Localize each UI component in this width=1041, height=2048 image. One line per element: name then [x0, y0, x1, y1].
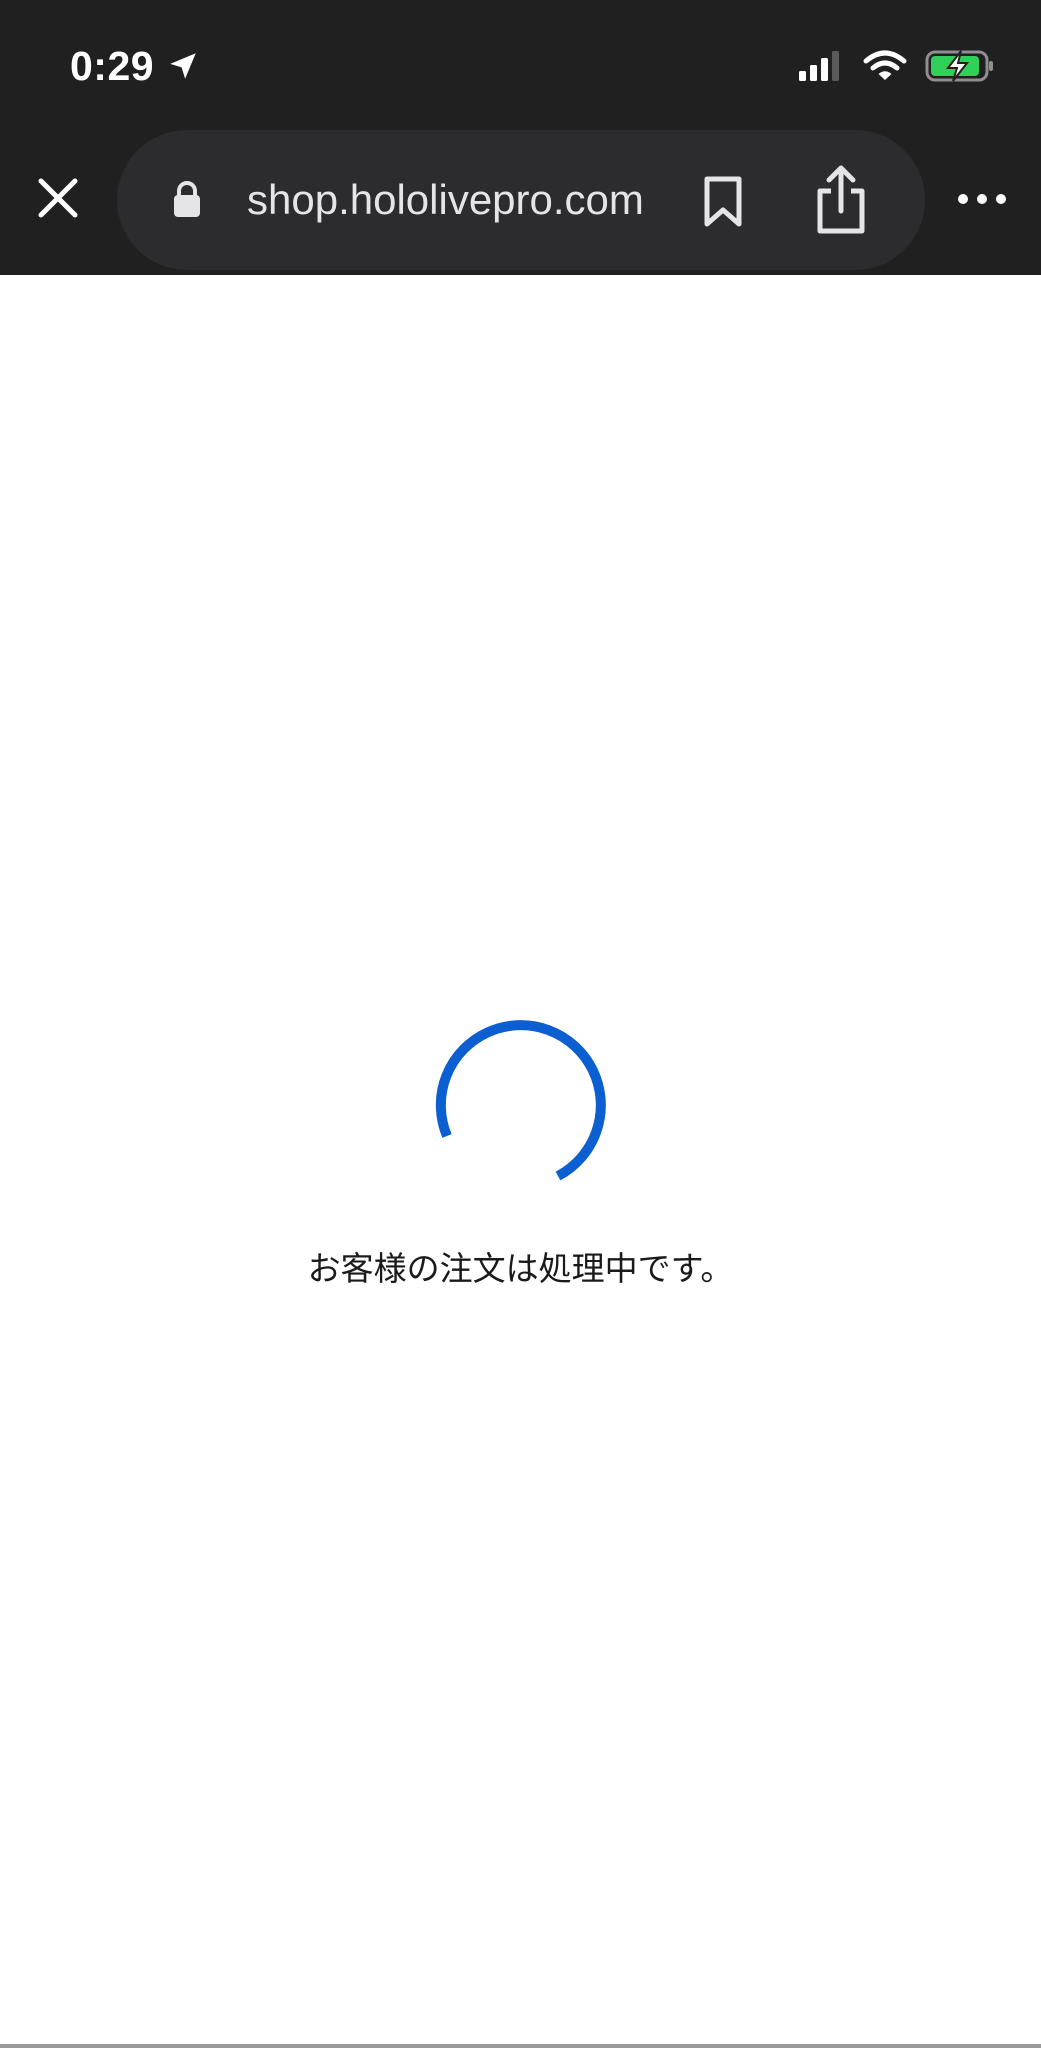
- close-button[interactable]: [30, 170, 86, 226]
- loading-spinner-icon: [435, 1020, 606, 1181]
- bookmark-icon: [704, 176, 742, 227]
- browser-toolbar: 0:29 shop.hololivepro.com: [0, 0, 1041, 275]
- status-time: 0:29: [70, 42, 155, 89]
- cellular-signal-icon: [799, 51, 839, 81]
- lock-icon: [174, 181, 200, 217]
- battery-charging-icon: [925, 50, 993, 82]
- status-indicators: [797, 46, 995, 86]
- status-bar: 0:29: [0, 0, 1041, 130]
- share-icon: [817, 165, 865, 234]
- more-icon: [958, 194, 1006, 204]
- wifi-icon: [863, 50, 907, 80]
- close-icon: [38, 178, 78, 218]
- url-text[interactable]: shop.hololivepro.com: [247, 174, 644, 226]
- bookmark-button[interactable]: [697, 174, 749, 230]
- more-button[interactable]: [955, 184, 1009, 214]
- bottom-edge: [0, 2044, 1041, 2048]
- time-group: 0:29: [70, 38, 200, 94]
- share-button[interactable]: [813, 164, 869, 236]
- address-bar[interactable]: shop.hololivepro.com: [117, 130, 925, 270]
- page-content: お客様の注文は処理中です。: [0, 275, 1041, 2040]
- processing-message: お客様の注文は処理中です。: [307, 1249, 734, 1288]
- location-arrow-icon: [170, 53, 196, 79]
